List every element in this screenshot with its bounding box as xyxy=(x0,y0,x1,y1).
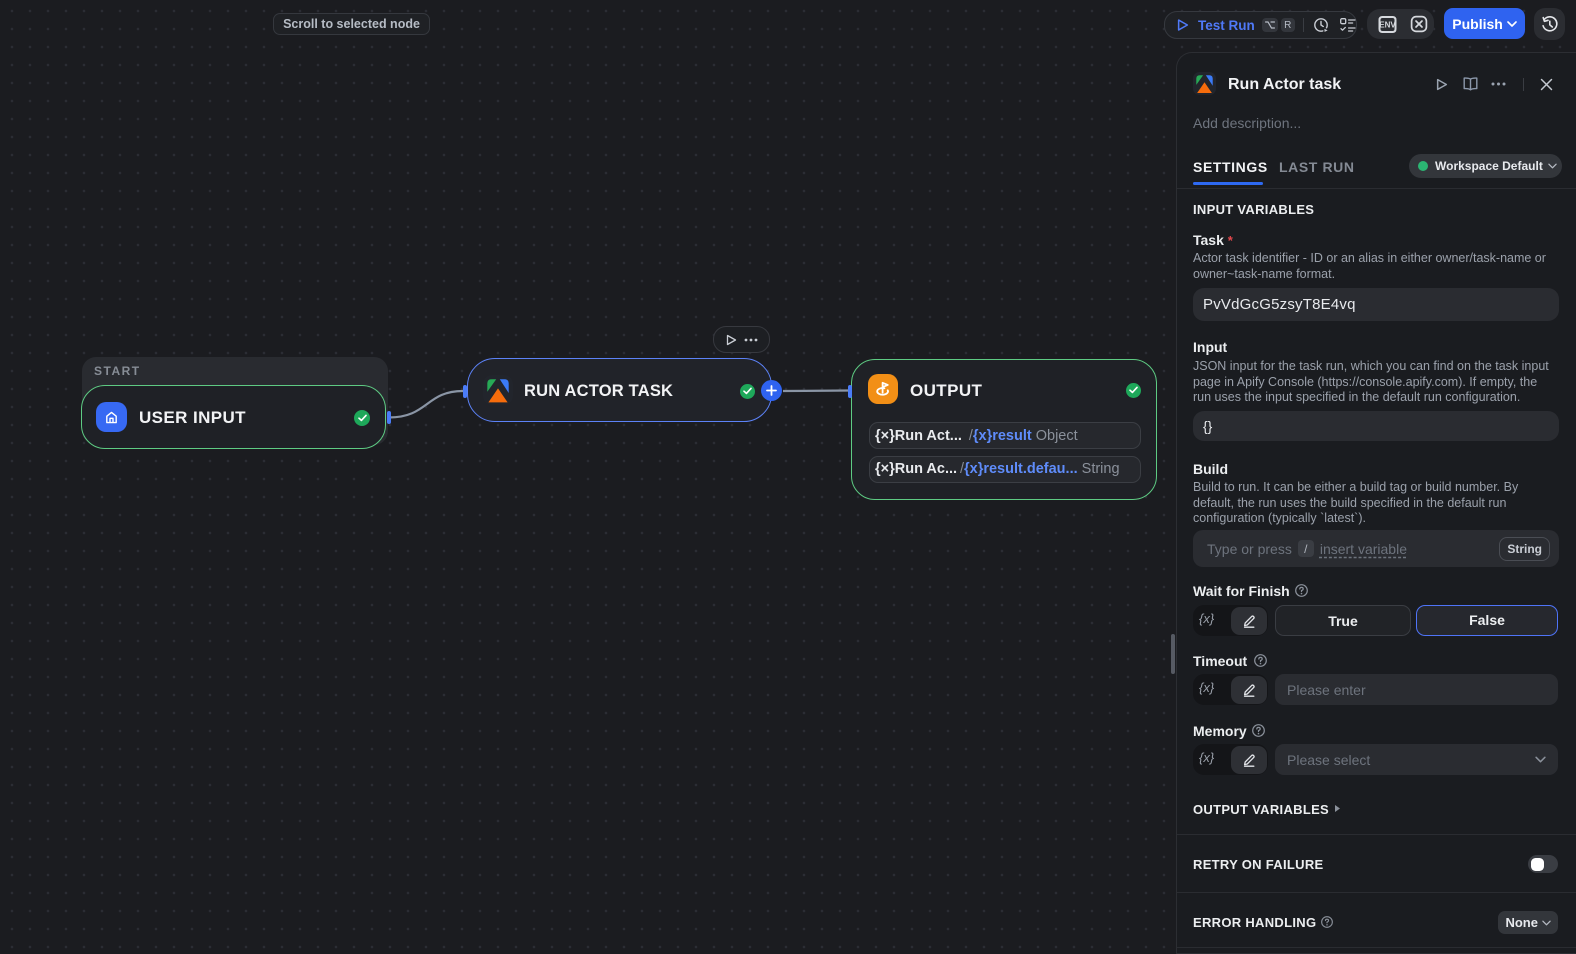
svg-text:ENV: ENV xyxy=(1379,20,1396,29)
